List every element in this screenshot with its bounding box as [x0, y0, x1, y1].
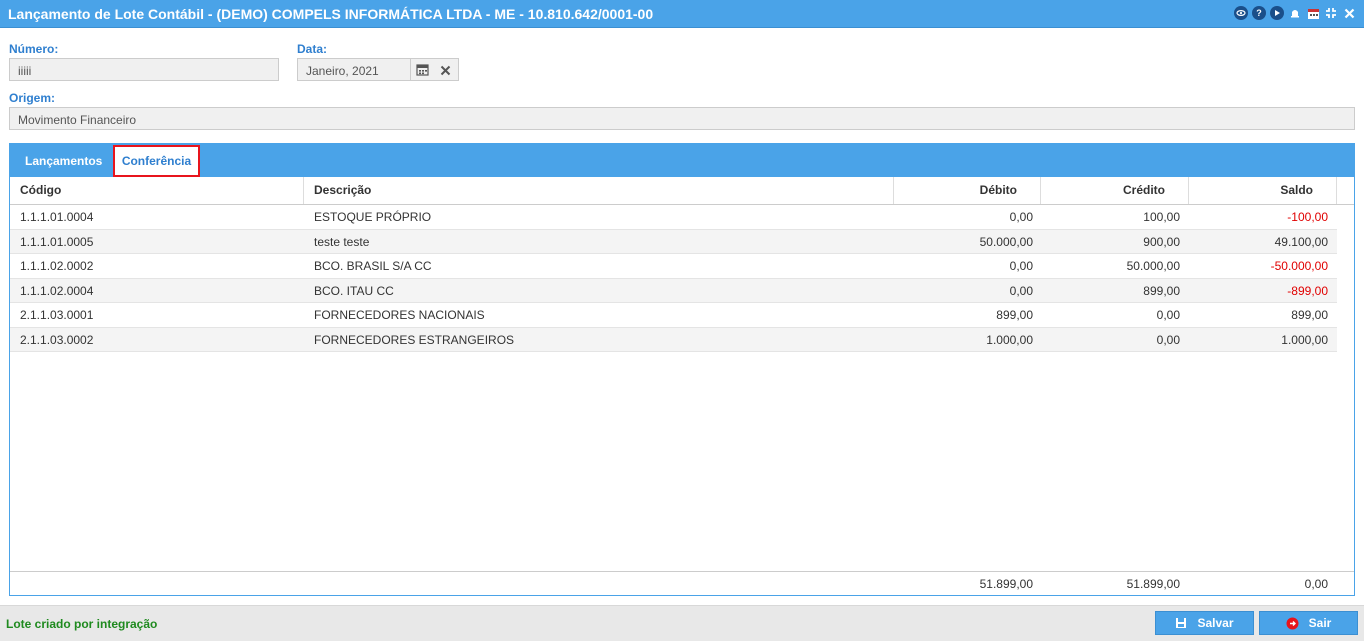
date-value: Janeiro, 2021 — [306, 64, 379, 78]
window-titlebar: Lançamento de Lote Contábil - (DEMO) COM… — [0, 0, 1364, 28]
cell-saldo: -100,00 — [1287, 210, 1328, 224]
cell-debito: 0,00 — [1009, 283, 1033, 298]
cell-codigo: 1.1.1.02.0004 — [20, 283, 94, 298]
cell-descricao: ESTOQUE PRÓPRIO — [314, 210, 432, 224]
close-icon[interactable] — [1342, 6, 1356, 20]
footer-bar: Lote criado por integração Salvar Sair — [0, 605, 1364, 641]
cell-credito: 100,00 — [1143, 210, 1180, 224]
exit-icon — [1286, 617, 1299, 629]
tab-bar: Lançamentos Conferência — [10, 144, 1354, 177]
window-title: Lançamento de Lote Contábil - (DEMO) COM… — [8, 6, 654, 22]
clear-date-icon[interactable] — [440, 61, 451, 80]
origem-label: Origem: — [9, 91, 56, 105]
total-credito: 51.899,00 — [1126, 577, 1180, 591]
cell-saldo: 49.100,00 — [1274, 234, 1328, 249]
cell-debito: 0,00 — [1009, 259, 1033, 273]
eye-icon[interactable] — [1234, 6, 1248, 20]
cell-saldo: 1.000,00 — [1281, 332, 1328, 347]
cell-descricao: FORNECEDORES ESTRANGEIROS — [314, 332, 515, 347]
numero-field[interactable]: iiiii — [9, 58, 279, 81]
cell-credito: 900,00 — [1143, 234, 1180, 249]
column-credito[interactable]: Crédito — [1041, 177, 1189, 204]
table-row[interactable]: 1.1.1.01.0005 teste teste 50.000,00 900,… — [10, 229, 1337, 254]
date-separator — [410, 59, 411, 80]
cell-debito: 0,00 — [1009, 210, 1033, 224]
cell-codigo: 1.1.1.02.0002 — [20, 259, 94, 273]
cell-credito: 0,00 — [1156, 332, 1180, 347]
save-icon — [1176, 618, 1187, 628]
minimize-icon[interactable] — [1324, 6, 1338, 20]
cell-saldo: 899,00 — [1291, 308, 1328, 322]
exit-button[interactable]: Sair — [1259, 611, 1358, 635]
total-debito: 51.899,00 — [979, 577, 1033, 591]
save-button-label: Salvar — [1197, 616, 1234, 630]
bell-icon[interactable] — [1288, 6, 1302, 20]
status-message: Lote criado por integração — [6, 617, 158, 631]
cell-codigo: 2.1.1.03.0001 — [20, 308, 94, 322]
table-row[interactable]: 1.1.1.02.0004 BCO. ITAU CC 0,00 899,00 -… — [10, 278, 1337, 303]
cell-saldo: -50.000,00 — [1270, 259, 1328, 273]
table-row[interactable]: 2.1.1.03.0002 FORNECEDORES ESTRANGEIROS … — [10, 327, 1337, 352]
cell-codigo: 2.1.1.03.0002 — [20, 332, 94, 347]
column-saldo[interactable]: Saldo — [1189, 177, 1337, 204]
cell-descricao: FORNECEDORES NACIONAIS — [314, 308, 485, 322]
window-controls: ? — [1234, 6, 1356, 20]
column-descricao[interactable]: Descrição — [304, 177, 894, 204]
table-row[interactable]: 2.1.1.03.0001 FORNECEDORES NACIONAIS 899… — [10, 303, 1337, 328]
play-icon[interactable] — [1270, 6, 1284, 20]
date-picker[interactable]: Janeiro, 2021 — [297, 58, 459, 81]
table-row[interactable]: 1.1.1.02.0002 BCO. BRASIL S/A CC 0,00 50… — [10, 254, 1337, 279]
column-codigo[interactable]: Código — [10, 177, 304, 204]
numero-label: Número: — [9, 42, 59, 56]
cell-descricao: BCO. BRASIL S/A CC — [314, 259, 432, 273]
tab-lancamentos[interactable]: Lançamentos — [25, 154, 102, 168]
totals-row: 51.899,00 51.899,00 0,00 — [10, 571, 1354, 596]
conferencia-panel: Lançamentos Conferência Código Descrição… — [9, 143, 1355, 596]
tab-conferencia[interactable]: Conferência — [113, 145, 200, 177]
help-icon[interactable]: ? — [1252, 6, 1266, 20]
total-saldo: 0,00 — [1304, 577, 1328, 591]
column-debito[interactable]: Débito — [894, 177, 1041, 204]
save-button[interactable]: Salvar — [1155, 611, 1254, 635]
cell-descricao: BCO. ITAU CC — [314, 283, 394, 298]
cell-codigo: 1.1.1.01.0005 — [20, 234, 94, 249]
cell-debito: 899,00 — [996, 308, 1033, 322]
cell-codigo: 1.1.1.01.0004 — [20, 210, 94, 224]
calendar-icon[interactable] — [1306, 6, 1320, 20]
data-label: Data: — [297, 42, 328, 56]
cell-debito: 1.000,00 — [986, 332, 1033, 347]
table-header: Código Descrição Débito Crédito Saldo — [10, 177, 1354, 205]
cell-credito: 50.000,00 — [1126, 259, 1180, 273]
calendar-icon[interactable] — [416, 63, 429, 79]
cell-saldo: -899,00 — [1287, 283, 1328, 298]
cell-credito: 0,00 — [1156, 308, 1180, 322]
origem-field[interactable]: Movimento Financeiro — [9, 107, 1355, 130]
cell-debito: 50.000,00 — [979, 234, 1033, 249]
cell-descricao: teste teste — [314, 234, 370, 249]
table-body: 1.1.1.01.0004 ESTOQUE PRÓPRIO 0,00 100,0… — [10, 205, 1337, 352]
exit-button-label: Sair — [1308, 616, 1332, 630]
cell-credito: 899,00 — [1143, 283, 1180, 298]
table-row[interactable]: 1.1.1.01.0004 ESTOQUE PRÓPRIO 0,00 100,0… — [10, 205, 1337, 230]
